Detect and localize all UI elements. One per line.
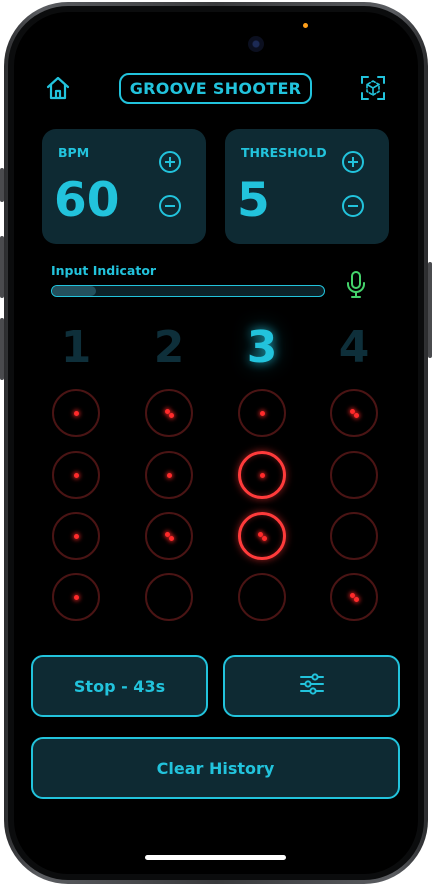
privacy-indicator bbox=[303, 23, 308, 28]
stop-button[interactable]: Stop - 43s bbox=[31, 655, 208, 717]
hit-cell-r1-c1 bbox=[52, 389, 100, 437]
bpm-value: 60 bbox=[54, 173, 120, 228]
hit-dot bbox=[353, 596, 359, 602]
hit-dot bbox=[168, 412, 174, 418]
bpm-label: BPM bbox=[58, 145, 90, 160]
hit-dot bbox=[261, 535, 267, 541]
bpm-decrease-button[interactable] bbox=[159, 195, 181, 217]
input-level-meter bbox=[51, 285, 325, 297]
app-title: GROOVE SHOOTER bbox=[119, 73, 312, 104]
hit-cell-r4-c1 bbox=[52, 573, 100, 621]
hit-dot bbox=[73, 472, 79, 478]
hit-cell-r4-c4 bbox=[330, 573, 378, 621]
focus-frame-icon[interactable] bbox=[359, 74, 387, 102]
settings-button[interactable] bbox=[223, 655, 400, 717]
input-indicator-label: Input Indicator bbox=[51, 263, 157, 278]
hit-dot bbox=[259, 410, 265, 416]
microphone-icon[interactable] bbox=[344, 270, 368, 300]
hit-cell-r3-c3 bbox=[238, 512, 286, 560]
hit-dot bbox=[73, 410, 79, 416]
home-indicator bbox=[145, 855, 286, 860]
hit-cell-r2-c3 bbox=[238, 451, 286, 499]
hit-cell-r3-c2 bbox=[145, 512, 193, 560]
bpm-increase-button[interactable] bbox=[159, 151, 181, 173]
hit-dot bbox=[353, 412, 359, 418]
hit-dot bbox=[259, 472, 265, 478]
clear-history-button[interactable]: Clear History bbox=[31, 737, 400, 799]
threshold-value: 5 bbox=[237, 173, 270, 228]
hit-cell-r3-c1 bbox=[52, 512, 100, 560]
hit-cell-r1-c3 bbox=[238, 389, 286, 437]
hit-cell-r4-c2 bbox=[145, 573, 193, 621]
home-icon[interactable] bbox=[44, 74, 72, 102]
beat-number-1: 1 bbox=[60, 322, 92, 373]
hit-dot bbox=[73, 594, 79, 600]
threshold-increase-button[interactable] bbox=[342, 151, 364, 173]
hit-dot bbox=[73, 533, 79, 539]
beat-number-2: 2 bbox=[153, 322, 185, 373]
beat-number-4: 4 bbox=[338, 322, 370, 373]
hit-dot bbox=[168, 535, 174, 541]
threshold-label: THRESHOLD bbox=[241, 145, 327, 160]
threshold-card: THRESHOLD 5 bbox=[225, 129, 389, 244]
beat-number-3: 3 bbox=[246, 322, 278, 373]
hit-cell-r3-c4 bbox=[330, 512, 378, 560]
input-level-fill bbox=[52, 286, 96, 296]
hit-dot bbox=[166, 472, 172, 478]
sliders-icon bbox=[299, 672, 325, 700]
front-camera bbox=[248, 36, 264, 52]
bpm-card: BPM 60 bbox=[42, 129, 206, 244]
phone-device: GROOVE SHOOTER BPM 60 THRESHOLD 5 Input … bbox=[0, 0, 432, 886]
hit-cell-r1-c4 bbox=[330, 389, 378, 437]
power-button bbox=[428, 262, 432, 358]
threshold-decrease-button[interactable] bbox=[342, 195, 364, 217]
hit-cell-r2-c1 bbox=[52, 451, 100, 499]
hit-cell-r2-c4 bbox=[330, 451, 378, 499]
hit-cell-r2-c2 bbox=[145, 451, 193, 499]
hit-cell-r4-c3 bbox=[238, 573, 286, 621]
hit-cell-r1-c2 bbox=[145, 389, 193, 437]
